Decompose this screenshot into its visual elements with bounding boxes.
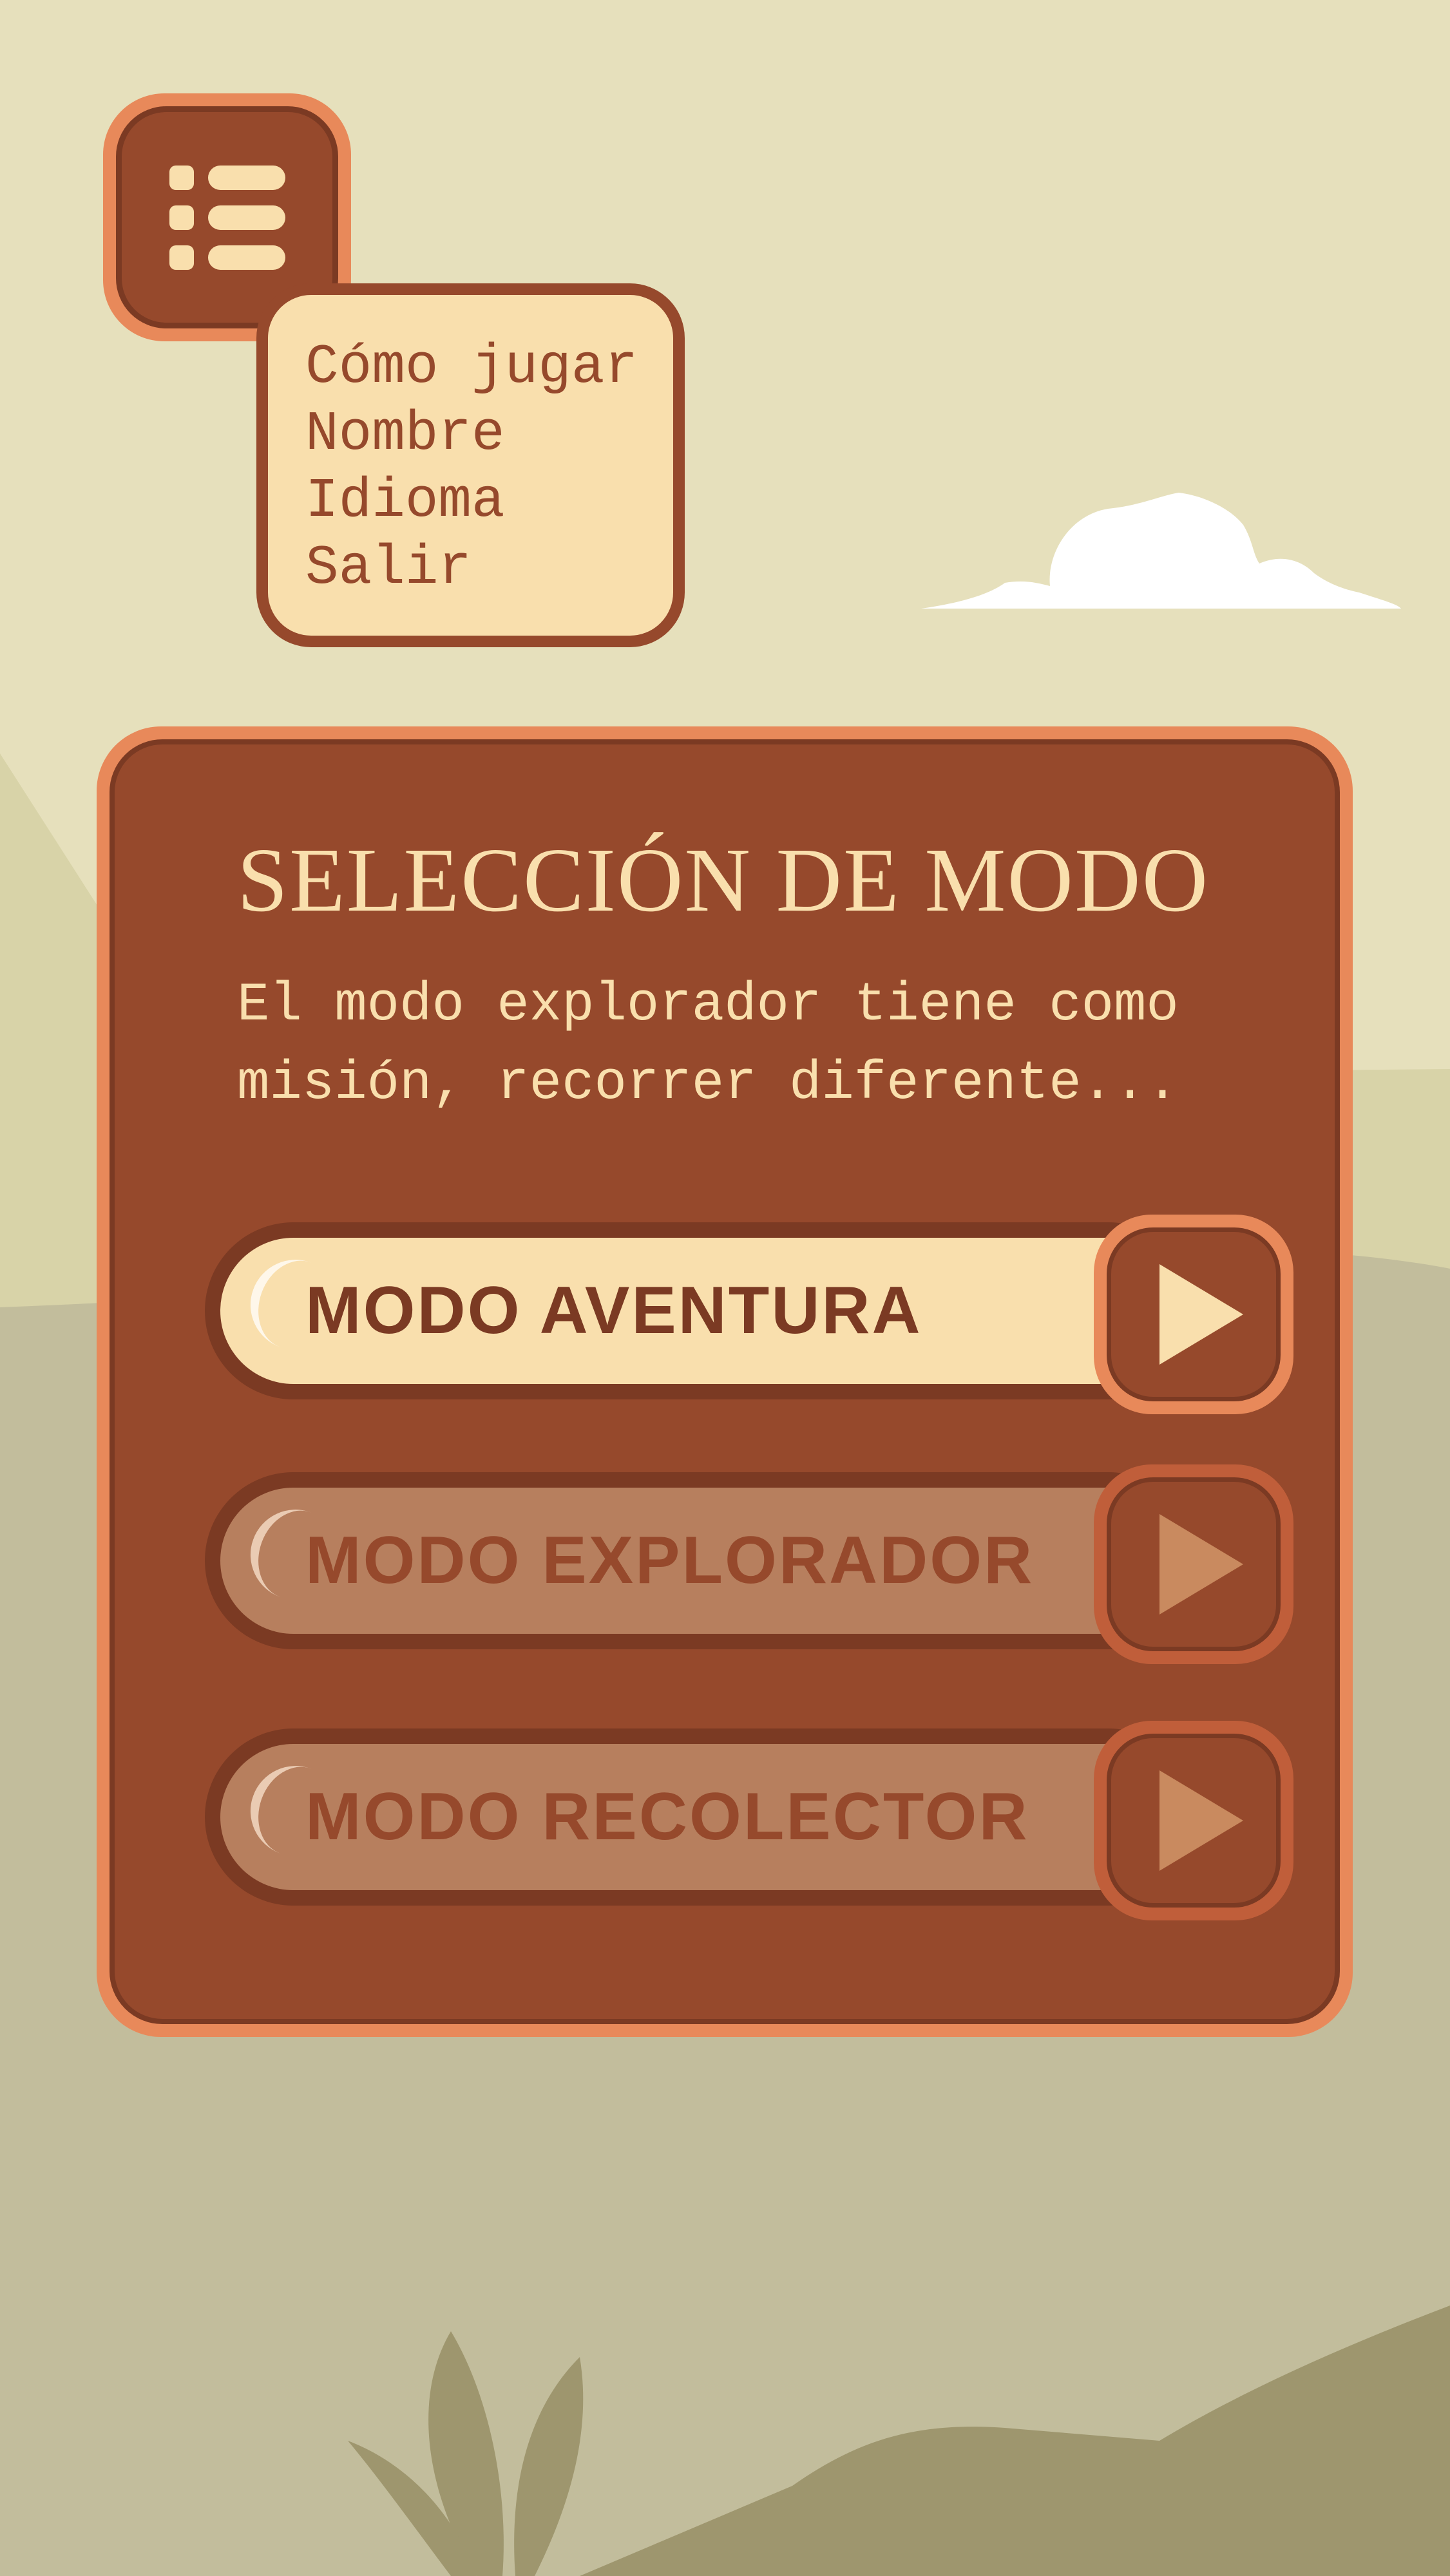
mode-recolector-button[interactable]: MODO RECOLECTOR bbox=[205, 1721, 1300, 1920]
mode-pill: MODO EXPLORADOR bbox=[220, 1488, 1181, 1634]
mode-label: MODO EXPLORADOR bbox=[305, 1523, 1035, 1598]
play-icon bbox=[1107, 1477, 1281, 1651]
menu-item-salir[interactable]: Salir bbox=[305, 535, 673, 601]
panel-title: SELECCIÓN DE MODO bbox=[237, 829, 1210, 931]
mode-selection-panel: SELECCIÓN DE MODO El modo explorador tie… bbox=[97, 726, 1353, 2037]
menu-item-nombre[interactable]: Nombre bbox=[305, 401, 673, 468]
mode-aventura-button[interactable]: MODO AVENTURA bbox=[205, 1215, 1300, 1414]
mode-pill: MODO RECOLECTOR bbox=[220, 1744, 1181, 1890]
menu-dropdown: Cómo jugar Nombre Idioma Salir bbox=[256, 283, 685, 647]
play-button[interactable] bbox=[1094, 1464, 1293, 1664]
mode-pill: MODO AVENTURA bbox=[220, 1238, 1181, 1384]
mode-description: El modo explorador tiene como misión, re… bbox=[237, 975, 1179, 1115]
play-icon bbox=[1107, 1734, 1281, 1908]
menu-item-como-jugar[interactable]: Cómo jugar bbox=[305, 334, 673, 401]
mode-label: MODO RECOLECTOR bbox=[305, 1779, 1029, 1854]
mode-label: MODO AVENTURA bbox=[305, 1273, 922, 1348]
panel-body: SELECCIÓN DE MODO El modo explorador tie… bbox=[110, 739, 1340, 2024]
menu-item-idioma[interactable]: Idioma bbox=[305, 468, 673, 535]
mode-explorador-button[interactable]: MODO EXPLORADOR bbox=[205, 1464, 1300, 1664]
play-icon bbox=[1107, 1227, 1281, 1401]
mode-track: MODO EXPLORADOR bbox=[205, 1472, 1197, 1649]
mode-track: MODO AVENTURA bbox=[205, 1222, 1197, 1399]
play-button[interactable] bbox=[1094, 1721, 1293, 1920]
play-button[interactable] bbox=[1094, 1215, 1293, 1414]
mode-track: MODO RECOLECTOR bbox=[205, 1728, 1197, 1906]
